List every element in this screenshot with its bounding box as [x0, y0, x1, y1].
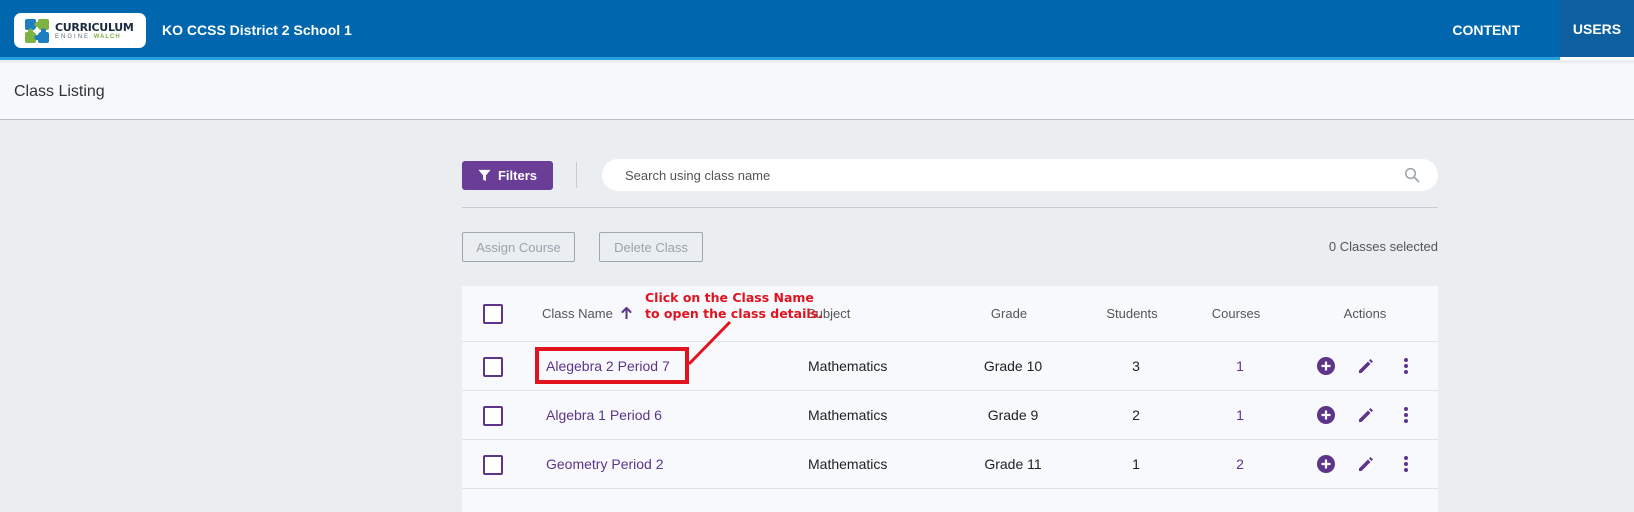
column-header-actions: Actions	[1343, 306, 1387, 321]
class-table: Class Name Subject Grade Students Course…	[462, 286, 1438, 512]
more-options-icon[interactable]	[1396, 356, 1416, 376]
search-icon[interactable]	[1404, 167, 1420, 183]
select-all-checkbox[interactable]	[483, 304, 503, 324]
annotation-callout: Click on the Class Name to open the clas…	[645, 290, 823, 322]
column-header-grade: Grade	[990, 306, 1028, 321]
organization-name: KO CCSS District 2 School 1	[162, 22, 352, 38]
grade-cell: Grade 10	[983, 358, 1043, 374]
subject-cell: Mathematics	[808, 456, 888, 472]
courses-cell[interactable]: 2	[1236, 456, 1244, 472]
annotation-highlight-box	[535, 347, 689, 384]
delete-class-button[interactable]: Delete Class	[599, 232, 703, 262]
search-box	[602, 159, 1438, 191]
annotation-line-2: to open the class details.	[645, 306, 823, 321]
class-name-link[interactable]: Algebra 1 Period 6	[546, 407, 662, 423]
students-cell: 2	[1132, 407, 1140, 423]
logo-text: CURRICULUM ENGINE WALCH	[55, 22, 134, 40]
filters-button[interactable]: Filters	[462, 161, 553, 190]
selected-count: 0 Classes selected	[1328, 239, 1438, 254]
column-header-class-name[interactable]: Class Name	[542, 306, 632, 321]
curriculum-engine-logo[interactable]: CURRICULUM ENGINE WALCH	[14, 13, 146, 48]
annotation-line-1: Click on the Class Name	[645, 290, 814, 305]
page-title: Class Listing	[14, 83, 105, 100]
class-name-link[interactable]: Geometry Period 2	[546, 456, 664, 472]
logo-sub-engine: ENGINE	[55, 33, 91, 40]
assign-course-button[interactable]: Assign Course	[462, 232, 575, 262]
edit-pencil-icon[interactable]	[1356, 356, 1376, 376]
edit-pencil-icon[interactable]	[1356, 405, 1376, 425]
nav-content[interactable]: CONTENT	[1432, 0, 1540, 60]
sort-ascending-arrow-icon[interactable]	[621, 307, 632, 320]
top-header: CURRICULUM ENGINE WALCH KO CCSS District…	[0, 0, 1634, 60]
column-header-courses: Courses	[1211, 306, 1261, 321]
students-cell: 3	[1132, 358, 1140, 374]
logo-sub-text: ENGINE WALCH	[55, 34, 134, 40]
edit-pencil-icon[interactable]	[1356, 454, 1376, 474]
puzzle-logo-icon	[25, 18, 49, 43]
grade-cell: Grade 11	[984, 456, 1042, 472]
filter-funnel-icon	[478, 169, 491, 182]
courses-cell[interactable]: 1	[1236, 407, 1244, 423]
filters-button-label: Filters	[497, 168, 537, 183]
table-header: Class Name Subject Grade Students Course…	[462, 286, 1438, 342]
column-header-students: Students	[1106, 306, 1158, 321]
toolbar-separator	[462, 207, 1438, 208]
more-options-icon[interactable]	[1396, 454, 1416, 474]
toolbar-divider	[576, 162, 577, 188]
grade-cell: Grade 9	[987, 407, 1039, 423]
logo-main-text: CURRICULUM	[55, 20, 134, 34]
courses-cell[interactable]: 1	[1236, 358, 1244, 374]
add-course-icon[interactable]	[1316, 356, 1336, 376]
table-row: Algebra 1 Period 6 Mathematics Grade 9 2…	[462, 391, 1438, 440]
nav-users[interactable]: USERS	[1560, 0, 1634, 60]
row-checkbox[interactable]	[483, 455, 503, 475]
more-options-icon[interactable]	[1396, 405, 1416, 425]
subject-cell: Mathematics	[808, 358, 888, 374]
row-checkbox[interactable]	[483, 357, 503, 377]
logo-sub-brand: WALCH	[93, 33, 121, 40]
main-nav: CONTENT USERS	[1432, 0, 1634, 60]
column-header-class-name-label: Class Name	[542, 306, 613, 321]
search-input[interactable]	[602, 159, 1382, 191]
add-course-icon[interactable]	[1316, 454, 1336, 474]
table-row: Geometry Period 2 Mathematics Grade 11 1…	[462, 440, 1438, 489]
page-header: Class Listing	[0, 63, 1634, 120]
subject-cell: Mathematics	[808, 407, 888, 423]
students-cell: 1	[1132, 456, 1140, 472]
add-course-icon[interactable]	[1316, 405, 1336, 425]
row-checkbox[interactable]	[483, 406, 503, 426]
